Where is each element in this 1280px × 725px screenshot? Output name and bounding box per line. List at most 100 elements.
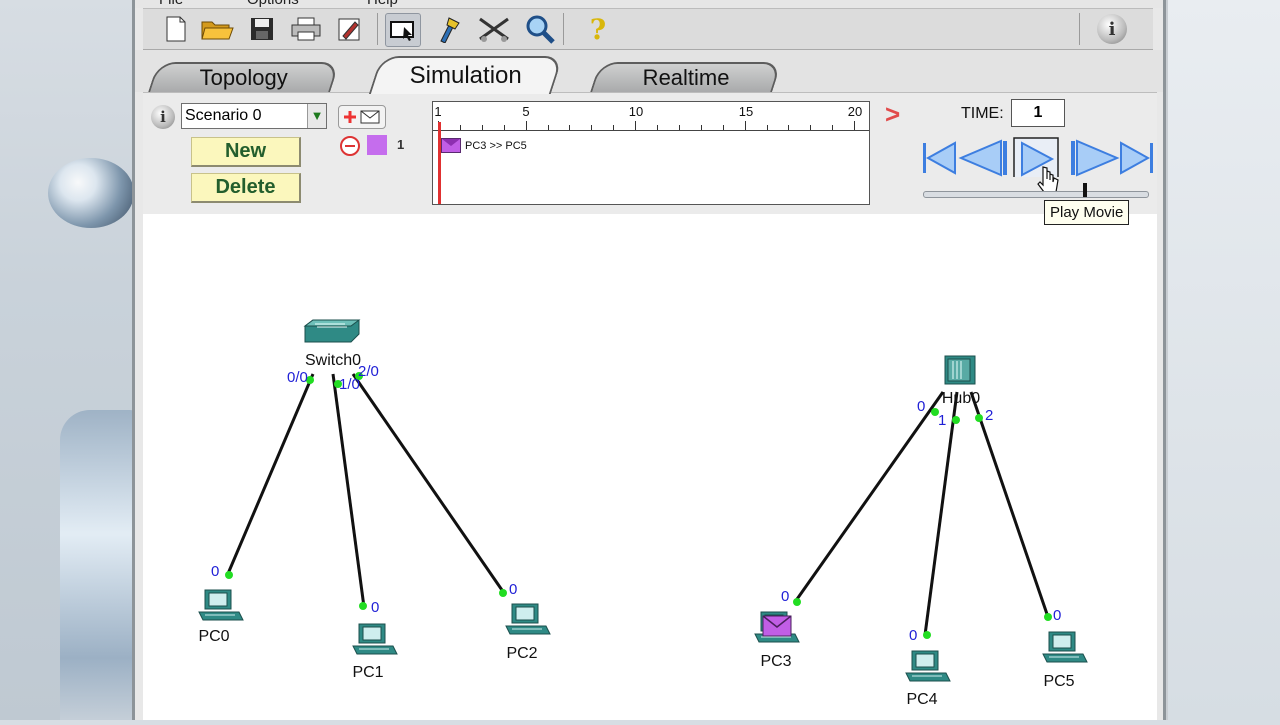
- hub0-port-label: 1: [938, 412, 946, 429]
- pc0-port-label: 0: [211, 563, 219, 580]
- pdu-count: 1: [397, 137, 405, 152]
- tab-realtime[interactable]: Realtime: [590, 62, 782, 92]
- envelope-icon: [441, 138, 461, 153]
- delete-scenario-button[interactable]: Delete: [191, 173, 301, 203]
- open-folder-icon[interactable]: [201, 13, 235, 45]
- timeline-ruler: 1 5 10 15 20: [433, 102, 869, 131]
- activity-wizard-icon[interactable]: [333, 13, 367, 45]
- help-icon[interactable]: ?: [581, 13, 615, 46]
- timeline-tick: [678, 125, 680, 130]
- scenario-info-icon[interactable]: i: [151, 105, 175, 129]
- timeline-tick: [810, 125, 812, 130]
- inspect-icon[interactable]: [433, 13, 467, 45]
- desktop-water-splash: [60, 410, 140, 720]
- event-label: PC3 >> PC5: [465, 139, 527, 152]
- link-switch0-pc1[interactable]: [331, 373, 366, 608]
- pc5-port-label: 0: [1053, 607, 1061, 624]
- save-icon[interactable]: [245, 13, 279, 45]
- timeline-tick: [503, 125, 505, 130]
- time-label: TIME:: [961, 105, 1004, 122]
- switch0-port-label: 1/0: [339, 376, 360, 393]
- new-file-icon[interactable]: [159, 13, 193, 45]
- chevron-down-icon[interactable]: ▼: [307, 104, 326, 128]
- pc4-device[interactable]: [905, 650, 951, 682]
- tab-simulation[interactable]: Simulation: [368, 56, 564, 94]
- timeline-tick: [569, 125, 571, 130]
- switch0-port-label: 2/0: [358, 363, 379, 380]
- tick-label: 10: [628, 104, 644, 119]
- timeline-tick: [635, 121, 637, 130]
- pc0-device[interactable]: [198, 589, 244, 621]
- switch0-port-label: 0/0: [287, 369, 308, 386]
- logical-workspace[interactable]: Switch0 Hub0 0/0 1/0 2/0 0 1 2 0 0 0 0 0: [143, 214, 1157, 720]
- timeline-tick: [547, 125, 549, 130]
- scenario-select[interactable]: Scenario 0 ▼: [181, 103, 327, 129]
- add-pdu-button[interactable]: [338, 105, 386, 129]
- tick-label: 1: [434, 104, 442, 119]
- play-movie-tooltip: Play Movie: [1044, 200, 1130, 225]
- link-switch0-pc2[interactable]: [351, 373, 506, 594]
- toolbar-separator: [1079, 13, 1080, 45]
- skip-to-start-icon[interactable]: [923, 141, 956, 175]
- packet-tracer-window: File Options Help: [132, 0, 1166, 720]
- print-icon[interactable]: [289, 13, 323, 45]
- slider-thumb[interactable]: [1083, 183, 1087, 197]
- pc1-device[interactable]: [352, 623, 398, 655]
- delete-icon[interactable]: [477, 13, 511, 45]
- link-hub0-pc5[interactable]: [969, 391, 1050, 618]
- pc1-label: PC1: [352, 664, 383, 681]
- timeline-tick: [854, 121, 856, 130]
- menu-help[interactable]: Help: [367, 0, 398, 8]
- new-scenario-button[interactable]: New: [191, 137, 301, 167]
- timeline-tick: [744, 121, 746, 130]
- switch0-device[interactable]: [303, 319, 361, 343]
- time-value: 1: [1011, 99, 1065, 127]
- timeline-tick: [700, 125, 702, 130]
- timeline-tick: [525, 121, 527, 130]
- link-switch0-pc0[interactable]: [225, 373, 315, 577]
- tick-label: 15: [738, 104, 754, 119]
- zoom-icon[interactable]: [523, 13, 557, 45]
- toolbar-separator: [563, 13, 564, 45]
- tab-topology[interactable]: Topology: [148, 62, 340, 92]
- timeline-tick: [788, 125, 790, 130]
- step-forward-icon[interactable]: [1071, 139, 1120, 177]
- hub0-device[interactable]: [944, 355, 976, 385]
- menu-options[interactable]: Options: [247, 0, 299, 8]
- mode-tabs: Topology Simulation Realtime: [135, 50, 1163, 94]
- menu-file[interactable]: File: [159, 0, 183, 8]
- remove-pdu-icon[interactable]: [339, 135, 361, 157]
- timeline-tick: [459, 125, 461, 130]
- pdu-color-swatch[interactable]: [367, 135, 387, 155]
- timeline-tick: [613, 125, 615, 130]
- playback-speed-slider[interactable]: [923, 191, 1149, 198]
- tick-label: 5: [522, 104, 530, 119]
- pc5-device[interactable]: [1042, 631, 1088, 663]
- timeline-event[interactable]: PC3 >> PC5: [441, 138, 527, 153]
- pdu-envelope-icon[interactable]: [762, 615, 792, 637]
- desktop-water-droplet: [48, 158, 134, 228]
- step-back-icon[interactable]: [958, 139, 1007, 177]
- pc5-label: PC5: [1043, 673, 1074, 690]
- event-timeline[interactable]: 1 5 10 15 20 PC3 >> PC5: [432, 101, 870, 205]
- timeline-tick: [832, 125, 834, 130]
- timeline-tick: [657, 125, 658, 130]
- link-hub0-pc3[interactable]: [793, 391, 945, 603]
- main-toolbar: ? i: [143, 8, 1153, 50]
- simulation-panel: i Scenario 0 ▼ New Delete 1 1 5 10 15 20: [143, 92, 1157, 215]
- hub0-port-label: 0: [917, 398, 925, 415]
- pc3-label: PC3: [760, 653, 791, 670]
- tick-label: 20: [847, 104, 863, 119]
- next-event-arrow-icon[interactable]: >: [885, 99, 900, 130]
- select-icon[interactable]: [385, 13, 421, 47]
- pc4-label: PC4: [906, 691, 937, 708]
- scenario-selected-value: Scenario 0: [185, 107, 262, 124]
- timeline-time-marker[interactable]: [438, 122, 441, 204]
- timeline-tick: [591, 125, 593, 130]
- pc1-port-label: 0: [371, 599, 379, 616]
- info-icon[interactable]: i: [1095, 13, 1129, 45]
- pc2-label: PC2: [506, 645, 537, 662]
- pc4-port-label: 0: [909, 627, 917, 644]
- skip-to-end-icon[interactable]: [1120, 141, 1153, 175]
- pc2-device[interactable]: [505, 603, 551, 635]
